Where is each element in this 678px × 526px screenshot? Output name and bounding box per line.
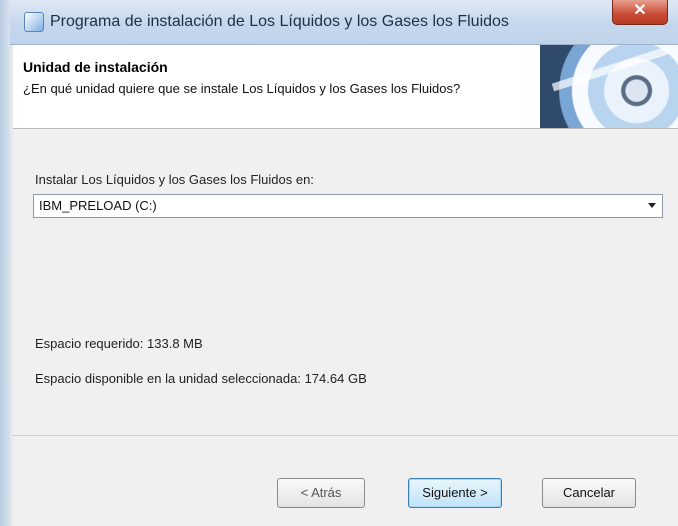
wizard-body: Instalar Los Líquidos y los Gases los Fl…: [13, 129, 678, 526]
header-subtitle: ¿En qué unidad quiere que se instale Los…: [23, 81, 461, 96]
install-location-label: Instalar Los Líquidos y los Gases los Fl…: [35, 172, 314, 187]
header-title: Unidad de instalación: [23, 59, 168, 75]
cancel-button[interactable]: Cancelar: [542, 478, 636, 508]
window-title: Programa de instalación de Los Líquidos …: [50, 13, 509, 30]
cd-disc-image: [540, 45, 678, 128]
button-separator: [13, 435, 678, 436]
space-available-text: Espacio disponible en la unidad seleccio…: [35, 371, 367, 386]
next-button[interactable]: Siguiente >: [408, 478, 502, 508]
cd-glare: [551, 46, 669, 92]
window-left-edge: [0, 0, 10, 526]
installer-window: Programa de instalación de Los Líquidos …: [0, 0, 678, 526]
chevron-down-icon[interactable]: [648, 203, 656, 208]
close-button[interactable]: ✕: [612, 0, 668, 25]
space-required-text: Espacio requerido: 133.8 MB: [35, 336, 203, 351]
back-button[interactable]: < Atrás: [277, 478, 365, 508]
drive-select-value: IBM_PRELOAD (C:): [39, 198, 157, 213]
wizard-header: Unidad de instalación ¿En qué unidad qui…: [13, 45, 678, 129]
installer-app-icon: [24, 12, 44, 32]
title-bar[interactable]: Programa de instalación de Los Líquidos …: [10, 0, 678, 45]
drive-select[interactable]: IBM_PRELOAD (C:): [33, 194, 663, 218]
